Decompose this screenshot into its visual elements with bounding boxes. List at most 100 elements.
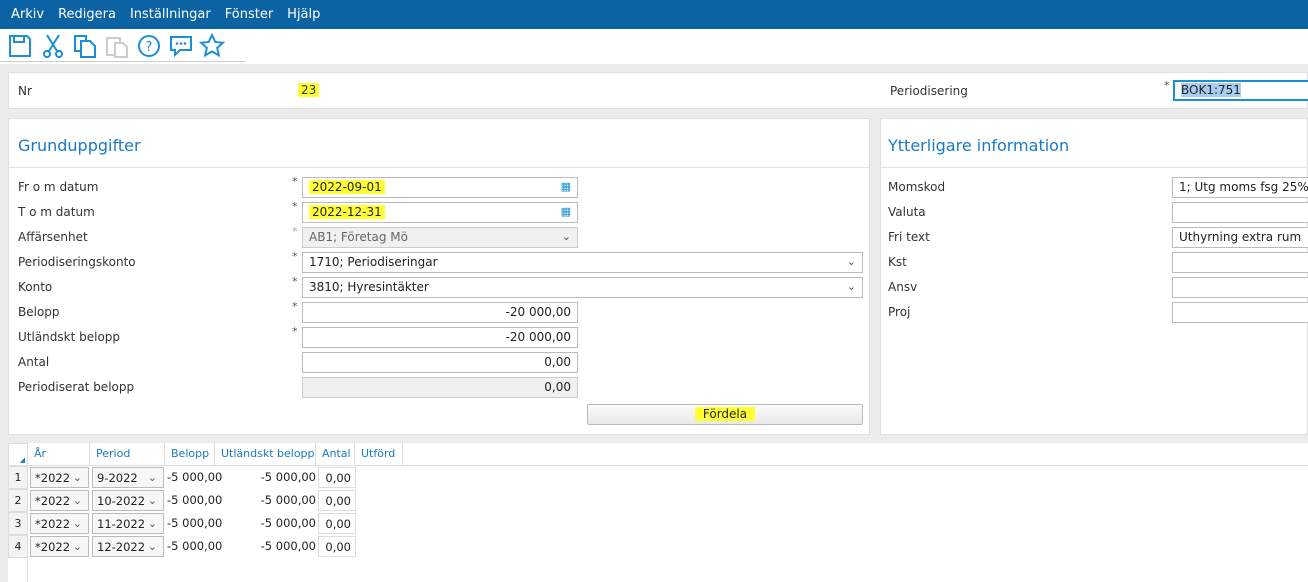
period-select[interactable]: 11-2022 ⌄ bbox=[92, 513, 164, 534]
menu-installningar[interactable]: Inställningar bbox=[123, 7, 218, 22]
to-date-input[interactable]: 2022-12-31 ▦ bbox=[302, 202, 578, 223]
periodiserat-belopp-input: 0,00 bbox=[302, 377, 578, 398]
from-date-input[interactable]: 2022-09-01 ▦ bbox=[302, 177, 578, 198]
favorite-icon[interactable] bbox=[199, 33, 225, 59]
year-value: *2022 bbox=[35, 517, 71, 531]
belopp-input[interactable]: -20 000,00 bbox=[302, 302, 578, 323]
antal-cell[interactable]: 0,00 bbox=[318, 513, 356, 534]
toolbar: ? bbox=[0, 29, 1308, 64]
column-header[interactable]: Utförd bbox=[355, 443, 403, 465]
periodisering-input[interactable]: BOK1:751 bbox=[1173, 80, 1308, 101]
field-input[interactable] bbox=[1172, 277, 1308, 298]
utlandskt-belopp-cell[interactable]: -5 000,00 bbox=[217, 490, 317, 511]
belopp-cell[interactable]: -5 000,00 bbox=[165, 467, 222, 488]
chevron-down-icon[interactable]: ⌄ bbox=[847, 255, 856, 268]
help-icon[interactable]: ? bbox=[136, 33, 162, 59]
svg-text:?: ? bbox=[146, 40, 153, 55]
cut-icon[interactable] bbox=[40, 33, 66, 59]
periodisering-label: Periodisering bbox=[890, 84, 968, 98]
divider bbox=[881, 167, 1308, 168]
menu-redigera[interactable]: Redigera bbox=[51, 7, 123, 22]
menu-hjalp[interactable]: Hjälp bbox=[280, 7, 327, 22]
copy-icon[interactable] bbox=[72, 33, 98, 59]
column-header[interactable]: Utländskt belopp bbox=[215, 443, 316, 465]
calendar-icon[interactable]: ▦ bbox=[561, 205, 571, 218]
year-value: *2022 bbox=[35, 494, 71, 508]
row-number[interactable]: 3 bbox=[8, 512, 28, 535]
chevron-down-icon[interactable]: ⌄ bbox=[847, 280, 856, 293]
row-number[interactable]: 2 bbox=[8, 489, 28, 512]
chevron-down-icon[interactable]: ⌄ bbox=[73, 494, 82, 507]
belopp-cell[interactable]: -5 000,00 bbox=[165, 536, 222, 557]
chevron-down-icon[interactable]: ⌄ bbox=[148, 517, 157, 530]
utlandskt-belopp-cell[interactable]: -5 000,00 bbox=[217, 467, 317, 488]
chevron-down-icon[interactable]: ⌄ bbox=[148, 540, 157, 553]
year-value: *2022 bbox=[35, 471, 71, 485]
periodisering-value: BOK1:751 bbox=[1181, 83, 1241, 97]
row-number[interactable]: 1 bbox=[8, 466, 28, 489]
calendar-icon[interactable]: ▦ bbox=[561, 180, 571, 193]
column-header[interactable]: Antal bbox=[316, 443, 355, 465]
field-input[interactable]: Uthyrning extra rum bbox=[1172, 227, 1308, 248]
periodiseringskonto-value: 1710; Periodiseringar bbox=[309, 255, 438, 269]
period-select[interactable]: 9-2022 ⌄ bbox=[92, 467, 164, 488]
utlandskt-belopp-cell[interactable]: -5 000,00 bbox=[217, 513, 317, 534]
chevron-down-icon[interactable]: ⌄ bbox=[73, 540, 82, 553]
period-select[interactable]: 12-2022 ⌄ bbox=[92, 536, 164, 557]
chevron-down-icon[interactable]: ⌄ bbox=[73, 517, 82, 530]
period-select[interactable]: 10-2022 ⌄ bbox=[92, 490, 164, 511]
utlandskt-belopp-label: Utländskt belopp bbox=[18, 330, 121, 344]
affarsenhet-label: Affärsenhet bbox=[18, 230, 88, 244]
select-all-corner[interactable]: ◢ bbox=[8, 443, 28, 466]
field-input[interactable] bbox=[1172, 202, 1308, 223]
periodiseringskonto-label: Periodiseringskonto bbox=[18, 255, 136, 269]
chevron-down-icon[interactable]: ⌄ bbox=[73, 471, 82, 484]
chat-icon[interactable] bbox=[168, 33, 194, 59]
save-icon[interactable] bbox=[7, 33, 33, 59]
utlandskt-belopp-input[interactable]: -20 000,00 bbox=[302, 327, 578, 348]
periodiseringskonto-select[interactable]: 1710; Periodiseringar ⌄ bbox=[302, 252, 863, 273]
field-input[interactable] bbox=[1172, 302, 1308, 323]
chevron-down-icon[interactable]: ⌄ bbox=[148, 494, 157, 507]
to-date-label: T o m datum bbox=[18, 205, 95, 219]
column-header[interactable]: Period bbox=[90, 443, 165, 465]
nr-value: 23 bbox=[298, 83, 320, 97]
year-select[interactable]: *2022 ⌄ bbox=[30, 536, 89, 557]
field-input[interactable]: 1; Utg moms fsg 25% bbox=[1172, 177, 1308, 198]
antal-label: Antal bbox=[18, 355, 50, 369]
field-label: Fri text bbox=[888, 230, 930, 244]
year-select[interactable]: *2022 ⌄ bbox=[30, 490, 89, 511]
antal-cell[interactable]: 0,00 bbox=[318, 490, 356, 511]
field-input[interactable] bbox=[1172, 252, 1308, 273]
menu-fonster[interactable]: Fönster bbox=[218, 7, 280, 22]
menu-arkiv[interactable]: Arkiv bbox=[4, 7, 51, 22]
periodiserat-belopp-label: Periodiserat belopp bbox=[18, 380, 135, 394]
year-select[interactable]: *2022 ⌄ bbox=[30, 513, 89, 534]
fordela-button[interactable]: Fördela bbox=[587, 404, 863, 425]
konto-select[interactable]: 3810; Hyresintäkter ⌄ bbox=[302, 277, 863, 298]
period-value: 9-2022 bbox=[97, 471, 138, 485]
chevron-down-icon[interactable]: ⌄ bbox=[148, 471, 157, 484]
required-marker: * bbox=[292, 225, 298, 238]
affarsenhet-select: AB1; Företag Mö ⌄ bbox=[302, 227, 578, 248]
period-value: 10-2022 bbox=[97, 494, 146, 508]
grid-header-divider bbox=[8, 465, 1308, 466]
antal-cell[interactable]: 0,00 bbox=[318, 467, 356, 488]
konto-value: 3810; Hyresintäkter bbox=[309, 280, 429, 294]
belopp-cell[interactable]: -5 000,00 bbox=[165, 513, 222, 534]
period-grid: ◢ År Period Belopp Utländskt belopp Antal Utf… bbox=[8, 443, 1308, 582]
konto-label: Konto bbox=[18, 280, 53, 294]
ytterligare-panel: Ytterligare information Momskod 1; Utg mo… bbox=[880, 118, 1308, 435]
row-number[interactable]: 4 bbox=[8, 535, 28, 558]
required-marker: * bbox=[292, 250, 298, 263]
column-header[interactable]: År bbox=[28, 443, 90, 465]
utlandskt-belopp-cell[interactable]: -5 000,00 bbox=[217, 536, 317, 557]
year-select[interactable]: *2022 ⌄ bbox=[30, 467, 89, 488]
belopp-cell[interactable]: -5 000,00 bbox=[165, 490, 222, 511]
required-marker: * bbox=[292, 300, 298, 313]
antal-cell[interactable]: 0,00 bbox=[318, 536, 356, 557]
field-label: Kst bbox=[888, 255, 907, 269]
column-header[interactable]: Belopp bbox=[165, 443, 215, 465]
required-marker: * bbox=[292, 175, 298, 188]
antal-input[interactable]: 0,00 bbox=[302, 352, 578, 373]
